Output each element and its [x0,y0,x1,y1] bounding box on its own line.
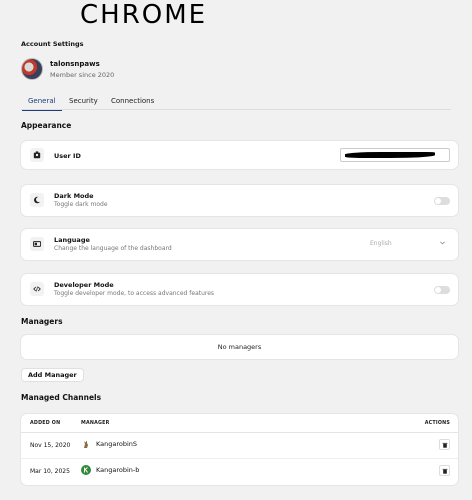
dark-mode-toggle[interactable] [434,197,450,205]
tab-security[interactable]: Security [69,97,98,105]
column-actions: ACTIONS [424,421,450,426]
language-description: Change the language of the dashboard [54,245,172,252]
developer-mode-card: Developer Mode Toggle developer mode, to… [21,274,458,305]
green-k-avatar [81,465,91,475]
language-select[interactable]: English [364,237,450,251]
added-on-cell: Nov 15, 2020 [30,442,71,449]
kangaroo-avatar [81,439,91,449]
table-row: Nov 15, 2020 KangarobinS [21,433,458,459]
user-id-card: User ID [21,141,458,169]
column-manager: MANAGER [81,421,110,426]
table-row: Mar 10, 2025 Kangarobin-b [21,459,458,485]
delete-button[interactable] [439,465,450,476]
code-icon [30,282,44,296]
tab-connections[interactable]: Connections [111,97,154,105]
dark-mode-label: Dark Mode [54,192,94,200]
user-id-field[interactable] [340,148,450,162]
user-id-label: User ID [54,152,81,160]
appearance-heading: Appearance [21,121,72,130]
language-icon [30,237,44,251]
delete-button[interactable] [439,439,450,450]
moon-icon [30,193,44,207]
redaction-mark [345,152,435,158]
language-label: Language [54,236,90,244]
tab-general[interactable]: General [22,97,62,111]
managers-card: No managers [21,335,458,359]
profile-header: talonsnpaws Member since 2020 [21,58,114,80]
member-since: Member since 2020 [50,70,115,79]
manager-name[interactable]: KangarobinS [96,440,137,448]
developer-mode-toggle[interactable] [434,286,450,294]
column-added-on: ADDED ON [30,421,61,426]
table-header: ADDED ON MANAGER ACTIONS [21,414,458,433]
add-manager-button[interactable]: Add Manager [21,368,84,382]
page-title: Account Settings [21,40,84,48]
managers-heading: Managers [21,317,63,326]
tab-bar: General Security Connections [21,94,451,111]
trash-icon [442,468,447,474]
added-on-cell: Mar 10, 2025 [30,468,70,475]
dark-mode-description: Toggle dark mode [54,201,108,208]
trash-icon [442,442,447,448]
avatar [21,58,43,80]
username: talonsnpaws [50,59,100,68]
id-badge-icon [30,148,44,162]
manager-name[interactable]: Kangarobin-b [96,466,139,474]
chrome-annotation: CHROME [80,0,208,30]
language-selected-value: English [370,240,392,247]
chevron-down-icon [440,241,445,245]
managed-channels-table: ADDED ON MANAGER ACTIONS Nov 15, 2020 Ka… [21,414,458,485]
managed-channels-heading: Managed Channels [21,393,102,402]
dark-mode-card: Dark Mode Toggle dark mode [21,185,458,216]
language-card: Language Change the language of the dash… [21,229,458,260]
developer-mode-description: Toggle developer mode, to access advance… [54,290,215,297]
no-managers-text: No managers [217,343,262,351]
developer-mode-label: Developer Mode [54,281,114,289]
